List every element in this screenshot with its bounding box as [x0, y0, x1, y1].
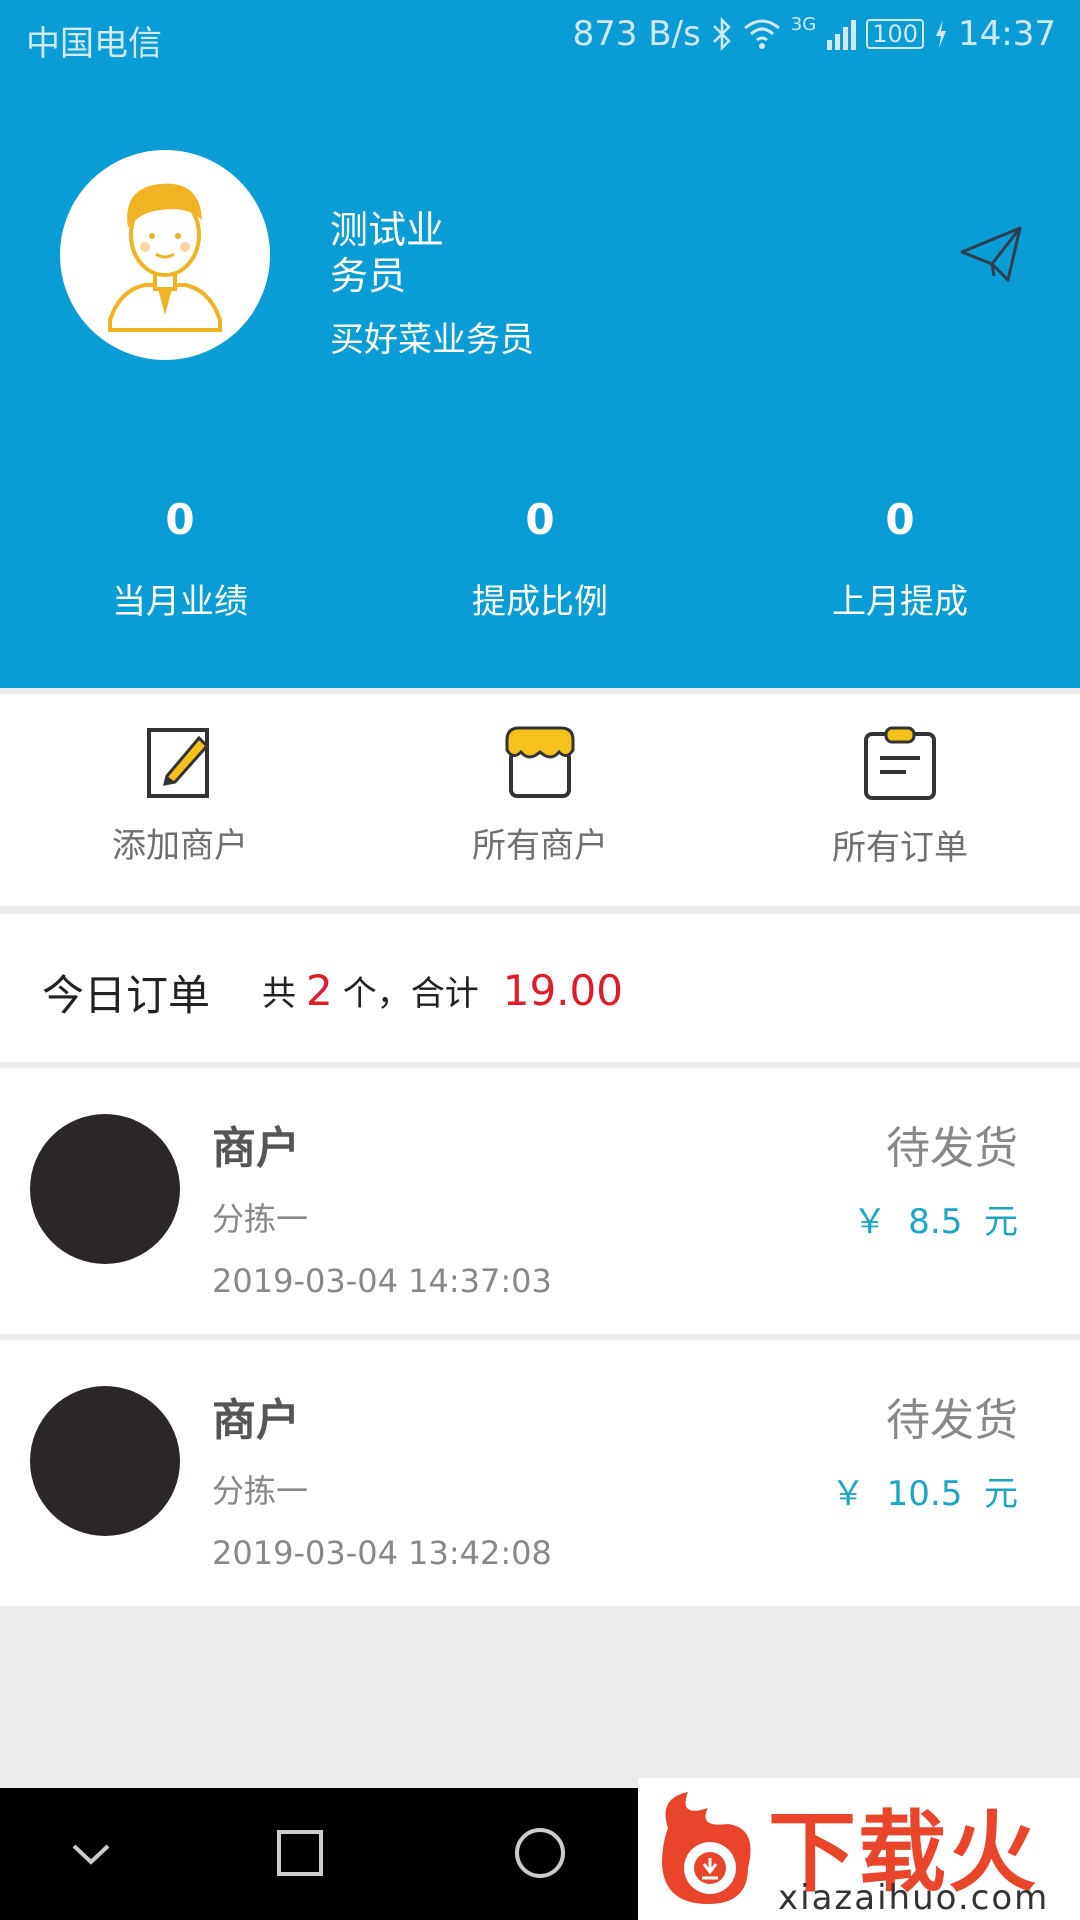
stat-commission-rate: 0 提成比例: [410, 495, 670, 623]
network-speed: 873 B/s: [572, 14, 701, 54]
order-time: 2019-03-04 13:42:08: [212, 1534, 552, 1572]
merchant-name: 商户: [212, 1123, 300, 1174]
add-merchant-label: 添加商户: [112, 826, 248, 866]
all-merchants-button[interactable]: 所有商户: [410, 724, 670, 867]
today-orders-summary: 今日订单 共 2 个，合计 19.00: [0, 914, 1080, 1062]
watermark-url: xiazaihuo.com: [778, 1878, 1050, 1918]
stat-value: 0: [525, 495, 555, 544]
bluetooth-icon: [712, 17, 731, 51]
clock: 14:37: [958, 14, 1056, 54]
sorting-group: 分拣一: [212, 1200, 309, 1238]
quick-actions: 添加商户 所有商户 所有订单: [0, 694, 1080, 906]
chevron-down-icon[interactable]: [56, 1818, 126, 1888]
recents-square-icon[interactable]: [265, 1818, 335, 1888]
charging-icon: [936, 20, 947, 48]
signal-icon: [827, 20, 857, 50]
order-total: 19.00: [502, 966, 623, 1015]
merchant-name: 商户: [212, 1395, 300, 1446]
count-prefix: 共: [262, 974, 296, 1014]
send-icon[interactable]: [958, 220, 1024, 286]
home-circle-icon[interactable]: [505, 1818, 575, 1888]
all-orders-button[interactable]: 所有订单: [770, 724, 1030, 869]
today-orders-info: 共 2 个，合计 19.00: [262, 966, 623, 1015]
total-prefix: 个，合计: [342, 974, 479, 1014]
merchant-avatar: [30, 1386, 180, 1536]
order-count: 2: [306, 966, 333, 1015]
stat-label: 当月业绩: [112, 582, 248, 622]
user-role: 买好菜业务员: [330, 320, 534, 360]
carrier-label: 中国电信: [26, 24, 162, 64]
watermark-logo: [662, 1792, 751, 1904]
order-price: ￥ 10.5 元: [831, 1474, 1018, 1514]
order-time: 2019-03-04 14:37:03: [212, 1262, 552, 1300]
watermark: 下载火 xiazaihuo.com: [638, 1778, 1080, 1920]
stat-value: 0: [885, 495, 915, 544]
merchant-avatar: [30, 1114, 180, 1264]
all-merchants-label: 所有商户: [472, 826, 608, 866]
battery-level: 100: [872, 20, 919, 48]
user-name: 测试业务员: [330, 208, 445, 298]
battery-icon: 100: [866, 19, 925, 49]
today-orders-title: 今日订单: [42, 971, 211, 1020]
stat-last-month-commission: 0 上月提成: [770, 495, 1030, 623]
stat-monthly-performance: 0 当月业绩: [50, 495, 310, 623]
status-bar: 中国电信 873 B/s 3G 100 14:37: [0, 0, 1080, 76]
all-orders-label: 所有订单: [832, 828, 968, 868]
order-row[interactable]: 商户 分拣一 2019-03-04 14:37:03 待发货 ￥ 8.5 元: [0, 1068, 1080, 1334]
store-icon: [505, 726, 575, 798]
order-row[interactable]: 商户 分拣一 2019-03-04 13:42:08 待发货 ￥ 10.5 元: [0, 1340, 1080, 1606]
avatar[interactable]: [60, 150, 270, 360]
order-status: 待发货: [886, 1395, 1018, 1446]
clipboard-icon: [864, 726, 936, 800]
stat-label: 上月提成: [832, 582, 968, 622]
order-price: ￥ 8.5 元: [852, 1202, 1018, 1242]
wifi-icon: [743, 19, 780, 49]
profile-header: 中国电信 873 B/s 3G 100 14:37 测试业务员 买好菜业务员 0…: [0, 0, 1080, 688]
order-status: 待发货: [886, 1123, 1018, 1174]
stat-label: 提成比例: [472, 582, 608, 622]
edit-icon: [147, 728, 210, 798]
user-avatar-icon: [108, 183, 222, 332]
status-indicators: 873 B/s 3G 100 14:37: [573, 14, 1056, 54]
stat-value: 0: [165, 495, 195, 544]
sorting-group: 分拣一: [212, 1472, 309, 1510]
add-merchant-button[interactable]: 添加商户: [50, 724, 310, 867]
network-type: 3G: [790, 14, 817, 35]
